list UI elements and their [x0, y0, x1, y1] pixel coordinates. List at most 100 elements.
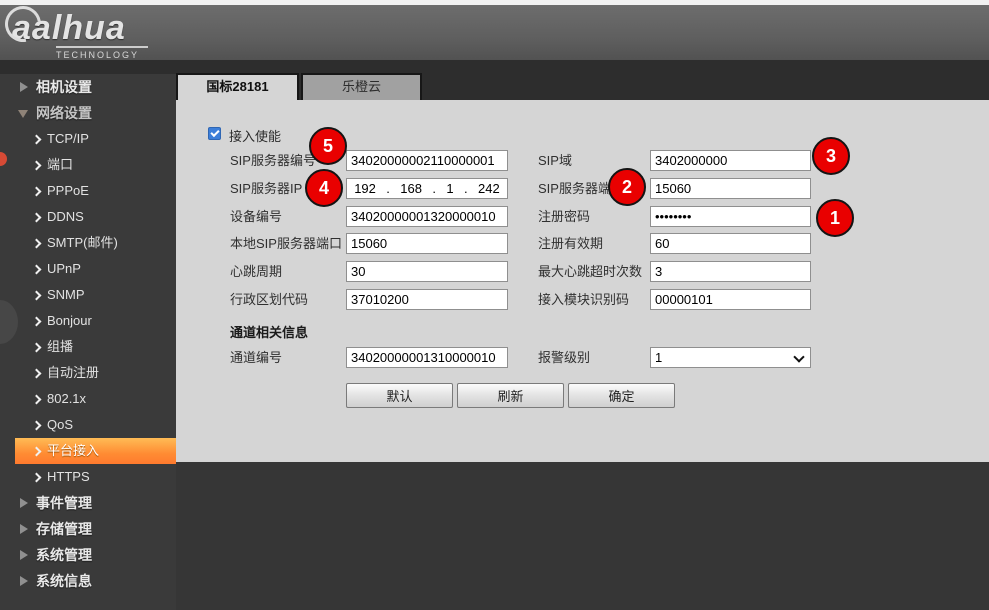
dahua-logo: aalhua TECHNOLOGY [12, 11, 148, 60]
ip-octet-3: 1 [446, 181, 453, 196]
sidebar-item-bonjour[interactable]: Bonjour [0, 308, 176, 334]
chevron-right-icon [32, 291, 42, 301]
sidebar-group-network-settings[interactable]: 网络设置 [0, 100, 176, 126]
sidebar-item-https[interactable]: HTTPS [0, 464, 176, 490]
chevron-right-icon [32, 447, 42, 457]
ip-octet-2: 168 [400, 181, 422, 196]
sidebar-item-port[interactable]: 端口 [0, 152, 176, 178]
sidebar-item-auto-register[interactable]: 自动注册 [0, 360, 176, 386]
chevron-right-icon [32, 369, 42, 379]
channel-id-label: 通道编号 [230, 347, 282, 368]
confirm-button[interactable]: 确定 [568, 383, 675, 408]
collapsed-triangle-icon [20, 498, 28, 508]
sidebar-item-pppoe[interactable]: PPPoE [0, 178, 176, 204]
chevron-down-icon [793, 351, 804, 362]
collapsed-triangle-icon [20, 550, 28, 560]
annotation-badge-3: 3 [812, 137, 850, 175]
annotation-badge-4: 4 [305, 169, 343, 207]
max-heartbeat-timeout-label: 最大心跳超时次数 [538, 261, 642, 282]
ip-dot: . [432, 181, 436, 196]
logo-a-ring-icon: a [12, 11, 32, 45]
collapsed-triangle-icon [20, 524, 28, 534]
annotation-badge-5: 5 [309, 127, 347, 165]
register-password-label: 注册密码 [538, 206, 590, 227]
register-validity-input[interactable] [650, 233, 811, 254]
sip-server-id-label: SIP服务器编号 [230, 150, 316, 171]
collapsed-triangle-icon [20, 576, 28, 586]
logo-main-text: alhua [32, 9, 126, 47]
tab-lechengyun[interactable]: 乐橙云 [301, 73, 422, 100]
settings-panel: 接入使能 SIP服务器编号 SIP服务器IP 192 . 168 . 1 . 2… [176, 100, 989, 462]
ip-dot: . [386, 181, 390, 196]
logo-text: aalhua [12, 11, 148, 45]
chevron-right-icon [32, 265, 42, 275]
sip-server-id-input[interactable] [346, 150, 508, 171]
device-id-input[interactable] [346, 206, 508, 227]
local-sip-port-input[interactable] [346, 233, 508, 254]
annotation-badge-2: 2 [608, 168, 646, 206]
channel-id-input[interactable] [346, 347, 508, 368]
admin-region-code-input[interactable] [346, 289, 508, 310]
access-module-id-input[interactable] [650, 289, 811, 310]
dahua-web-ui: aalhua TECHNOLOGY 相机设置 网络设置 TCP/IP 端口 PP… [0, 0, 989, 610]
annotation-badge-1: 1 [816, 199, 854, 237]
refresh-button[interactable]: 刷新 [457, 383, 564, 408]
alarm-level-label: 报警级别 [538, 347, 590, 368]
expanded-triangle-icon [18, 110, 28, 118]
sidebar-item-snmp[interactable]: SNMP [0, 282, 176, 308]
sidebar-group-system-info[interactable]: 系统信息 [0, 568, 176, 594]
admin-region-code-label: 行政区划代码 [230, 289, 308, 310]
sidebar-group-label: 相机设置 [36, 79, 92, 95]
sip-server-port-input[interactable] [650, 178, 811, 199]
sidebar-group-label: 网络设置 [36, 105, 92, 121]
channel-info-section-header: 通道相关信息 [230, 322, 308, 341]
sidebar-group-storage-management[interactable]: 存储管理 [0, 516, 176, 542]
collapsed-triangle-icon [20, 82, 28, 92]
sidebar-item-multicast[interactable]: 组播 [0, 334, 176, 360]
chevron-right-icon [32, 317, 42, 327]
sidebar-item-smtp[interactable]: SMTP(邮件) [0, 230, 176, 256]
local-sip-port-label: 本地SIP服务器端口 [230, 233, 342, 254]
sip-domain-input[interactable] [650, 150, 811, 171]
sidebar: 相机设置 网络设置 TCP/IP 端口 PPPoE DDNS SMTP(邮件) … [0, 74, 176, 610]
chevron-right-icon [32, 187, 42, 197]
heartbeat-period-label: 心跳周期 [230, 261, 282, 282]
app-header: aalhua TECHNOLOGY [0, 5, 989, 60]
register-validity-label: 注册有效期 [538, 233, 603, 254]
heartbeat-period-input[interactable] [346, 261, 508, 282]
chevron-right-icon [32, 473, 42, 483]
sip-server-ip-input[interactable]: 192 . 168 . 1 . 242 [346, 178, 508, 199]
sidebar-group-event-management[interactable]: 事件管理 [0, 490, 176, 516]
sidebar-item-tcpip[interactable]: TCP/IP [0, 126, 176, 152]
default-button[interactable]: 默认 [346, 383, 453, 408]
chevron-right-icon [32, 343, 42, 353]
max-heartbeat-timeout-input[interactable] [650, 261, 811, 282]
ip-octet-1: 192 [354, 181, 376, 196]
chevron-right-icon [32, 213, 42, 223]
sidebar-item-platform-access[interactable]: 平台接入 [15, 438, 176, 464]
chevron-right-icon [32, 395, 42, 405]
ip-dot: . [464, 181, 468, 196]
alarm-level-value: 1 [655, 350, 662, 365]
sidebar-group-system-management[interactable]: 系统管理 [0, 542, 176, 568]
chevron-right-icon [32, 135, 42, 145]
sidebar-item-8021x[interactable]: 802.1x [0, 386, 176, 412]
alarm-level-select[interactable]: 1 [650, 347, 811, 368]
sidebar-item-ddns[interactable]: DDNS [0, 204, 176, 230]
chevron-right-icon [32, 161, 42, 171]
chevron-right-icon [32, 421, 42, 431]
logo-subtext: TECHNOLOGY [56, 46, 148, 60]
tab-gb28181[interactable]: 国标28181 [176, 73, 299, 100]
sidebar-item-qos[interactable]: QoS [0, 412, 176, 438]
device-id-label: 设备编号 [230, 206, 282, 227]
register-password-input[interactable] [650, 206, 811, 227]
sip-server-ip-label: SIP服务器IP [230, 178, 302, 199]
ip-octet-4: 242 [478, 181, 500, 196]
sip-domain-label: SIP域 [538, 150, 572, 171]
access-module-id-label: 接入模块识别码 [538, 289, 629, 310]
sidebar-item-upnp[interactable]: UPnP [0, 256, 176, 282]
enable-access-checkbox[interactable] [208, 127, 221, 140]
sidebar-group-camera-settings[interactable]: 相机设置 [0, 74, 176, 100]
chevron-right-icon [32, 239, 42, 249]
enable-access-label: 接入使能 [229, 126, 281, 145]
